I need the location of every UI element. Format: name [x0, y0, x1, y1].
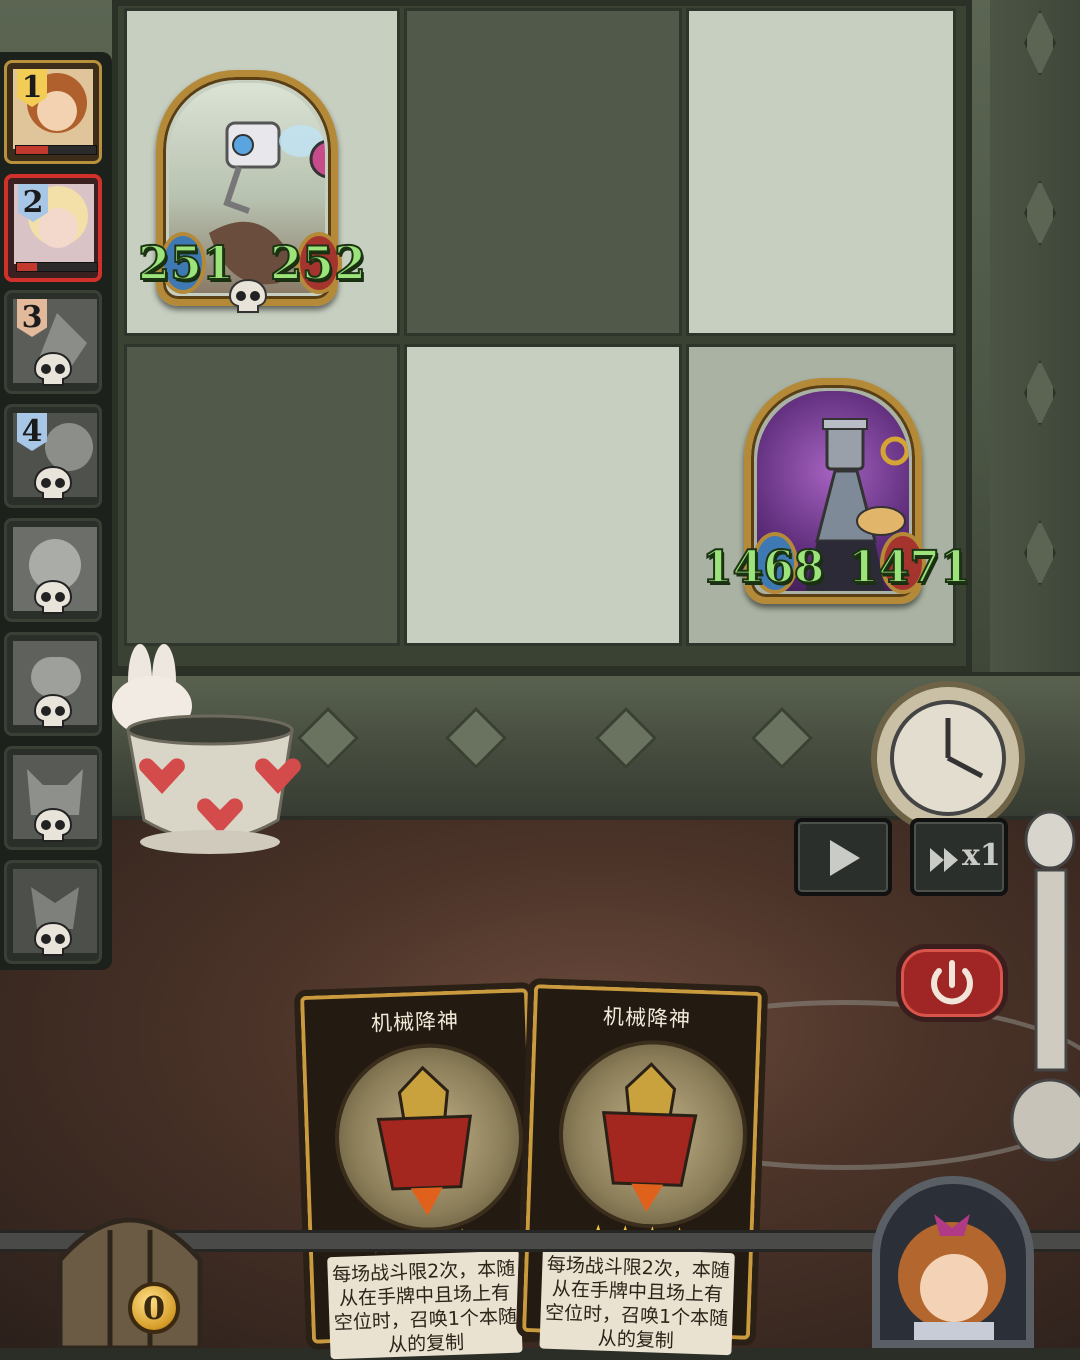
ally-health-value: 252 [269, 235, 367, 291]
skull-icon [33, 921, 73, 956]
board-tile-5[interactable] [404, 344, 682, 646]
opponent-roster: 1 2 3 4 [0, 52, 112, 970]
roster-slot-6[interactable] [4, 632, 102, 736]
ally-attack-value: 251 [137, 235, 235, 291]
roster-slot-4[interactable]: 4 [4, 404, 102, 508]
slot-health-bar [16, 262, 98, 272]
card-description: 每场战斗限2次，本随从在手牌中且场上有空位时，召唤1个本随从的复制 [539, 1246, 735, 1356]
end-battle-button[interactable] [896, 944, 1008, 1022]
skull-icon [33, 693, 73, 728]
skull-icon [33, 351, 73, 386]
roster-slot-8[interactable] [4, 860, 102, 964]
card-title: 机械降神 [370, 1008, 460, 1036]
hand-card-2[interactable]: 机械降神 ★★★★ 每场战斗限2次，本随从在手牌中且场上有空位时，召唤1个本随从… [515, 977, 769, 1356]
skull-icon [33, 579, 73, 614]
skull-icon [33, 807, 73, 842]
card-title: 机械降神 [602, 1004, 692, 1032]
board-tile-2[interactable] [404, 8, 682, 336]
speed-button[interactable]: x1 [910, 818, 1008, 896]
treasure-chest-icon[interactable] [40, 1190, 220, 1348]
play-button[interactable] [794, 818, 892, 896]
player-hero-portrait[interactable] [872, 1176, 1034, 1348]
coin-counter: 0 [128, 1282, 180, 1334]
board-tile-4[interactable] [124, 344, 400, 646]
card-description: 每场战斗限2次，本随从在手牌中且场上有空位时，召唤1个本随从的复制 [327, 1250, 523, 1360]
skull-icon [33, 465, 73, 500]
speed-label: x1 [962, 838, 1001, 873]
skull-icon [228, 278, 268, 313]
chess-piece-decoration [1010, 810, 1080, 1162]
card-art [331, 1040, 527, 1235]
enemy-health-value: 1471 [847, 541, 971, 594]
right-pillar [990, 0, 1080, 700]
card-art [555, 1037, 751, 1232]
slot-health-bar [15, 145, 97, 155]
player-avatar [898, 1214, 1006, 1340]
roster-slot-1[interactable]: 1 [4, 60, 102, 164]
teacup-decoration [112, 644, 301, 854]
play-icon [830, 840, 860, 876]
enemy-attack-value: 1468 [701, 541, 825, 594]
roster-slot-3[interactable]: 3 [4, 290, 102, 394]
hand-card-1[interactable]: 机械降神 ★★★★ 每场战斗限2次，本随从在手牌中且场上有空位时，召唤1个本随从… [293, 981, 547, 1360]
roster-slot-2[interactable]: 2 [4, 174, 102, 282]
board-tile-3[interactable] [686, 8, 956, 336]
roster-slot-5[interactable] [4, 518, 102, 622]
roster-slot-7[interactable] [4, 746, 102, 850]
power-icon [931, 960, 973, 1005]
fast-forward-icon [930, 848, 958, 872]
